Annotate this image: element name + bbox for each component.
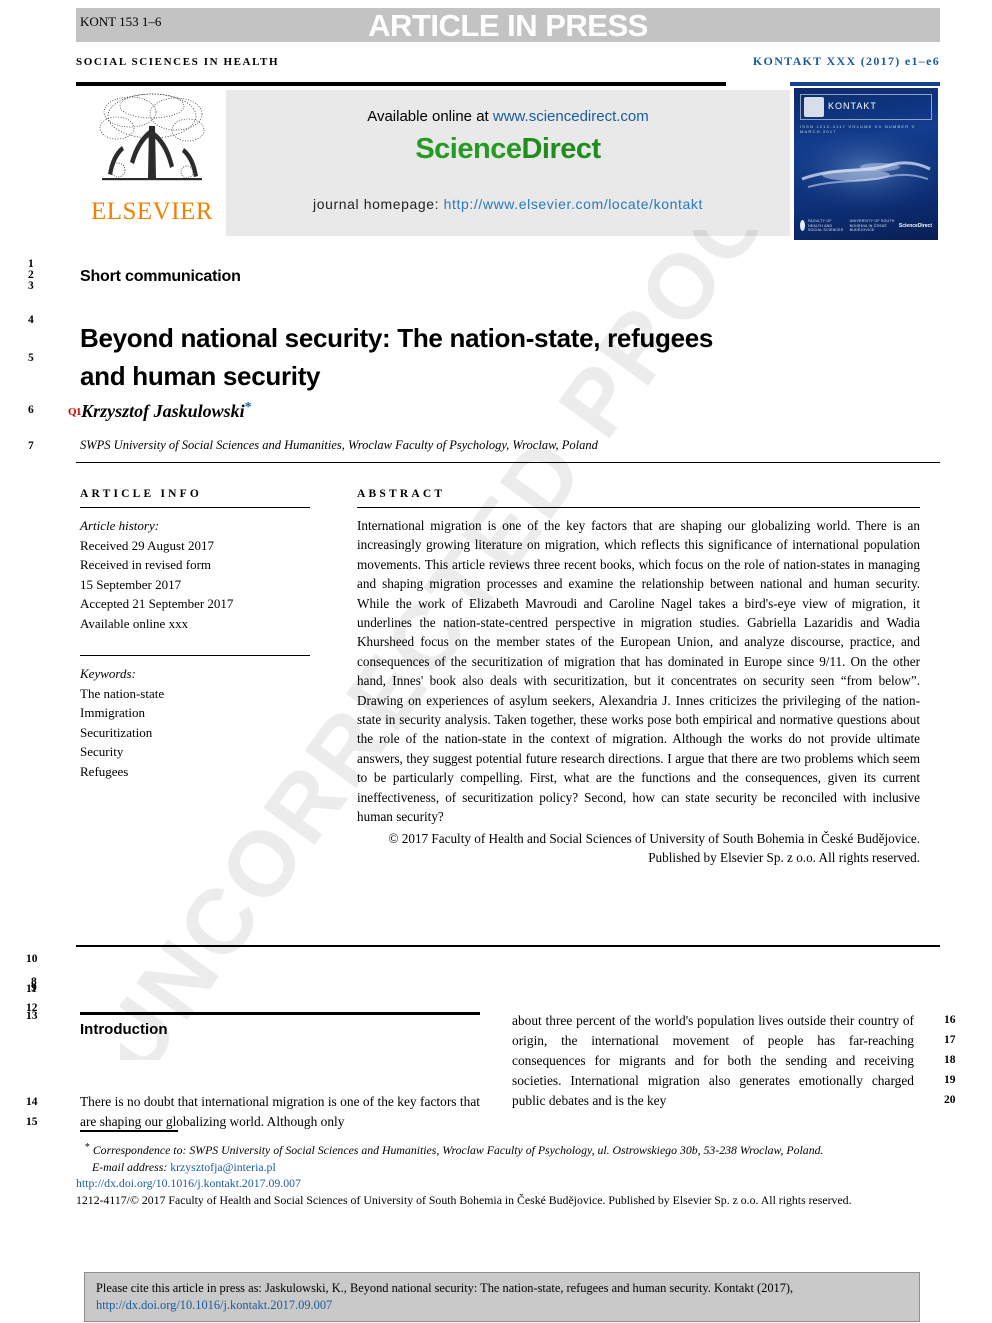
author-email-link[interactable]: krzysztofja@interia.pl <box>170 1160 276 1174</box>
correspondence-note: * Correspondence to: SWPS University of … <box>76 1140 924 1159</box>
masthead-rule-left <box>76 82 726 86</box>
query-marker-q1[interactable]: Q1 <box>68 406 82 418</box>
available-online-line: Available online at www.sciencedirect.co… <box>226 108 790 125</box>
cover-sciencedirect-mark: ScienceDirect <box>898 223 932 229</box>
issn-copyright-note: 1212-4117/© 2017 Faculty of Health and S… <box>76 1192 852 1207</box>
keywords-rule <box>80 655 310 656</box>
line-number: 11 <box>26 983 37 995</box>
email-note: E-mail address: krzysztofja@interia.pl <box>76 1159 924 1176</box>
section-heading-introduction: Introduction <box>80 1021 168 1038</box>
correspondence-text: Correspondence to: SWPS University of So… <box>92 1143 824 1157</box>
abstract-rule <box>357 507 920 508</box>
corresponding-author-marker: * <box>244 400 252 415</box>
cover-footer: FACULTY OF HEALTH AND SOCIAL SCIENCES UN… <box>800 218 932 234</box>
university-seal-icon <box>804 97 824 117</box>
elsevier-tree-icon <box>99 93 205 181</box>
doi-note: http://dx.doi.org/10.1016/j.kontakt.2017… <box>76 1175 924 1192</box>
abstract-bottom-divider <box>76 945 940 947</box>
journal-masthead: ELSEVIER Available online at www.science… <box>76 82 940 240</box>
article-history-label: Article history: <box>80 518 160 533</box>
abstract-text: International migration is one of the ke… <box>357 518 920 825</box>
publisher-mark-icon <box>800 220 805 232</box>
keyword-item: Immigration <box>80 705 145 720</box>
article-history-item: Available online xxx <box>80 615 189 631</box>
line-number: 20 <box>944 1094 956 1106</box>
sciencedirect-logo-direct: Direct <box>521 133 601 165</box>
introduction-rule <box>80 1012 480 1015</box>
available-online-prefix: Available online at <box>367 108 493 125</box>
cover-faculty-label: FACULTY OF HEALTH AND SOCIAL SCIENCES <box>807 219 844 233</box>
author-name: Krzysztof Jaskulowski <box>81 401 245 421</box>
sciencedirect-panel: Available online at www.sciencedirect.co… <box>226 90 790 236</box>
elsevier-wordmark: ELSEVIER <box>90 198 214 225</box>
journal-subheader: SOCIAL SCIENCES IN HEALTH KONTAKT XXX (2… <box>76 54 940 69</box>
article-history-item: Received in revised form <box>80 557 212 572</box>
doi-link[interactable]: http://dx.doi.org/10.1016/j.kontakt.2017… <box>76 1176 301 1190</box>
sciencedirect-logo-science: Science <box>415 133 522 165</box>
article-info-block: ARTICLE INFO Article history: Received 2… <box>80 488 310 781</box>
email-label: E-mail address: <box>92 1159 171 1174</box>
line-number: 10 <box>26 953 38 965</box>
journal-homepage-line: journal homepage: http://www.elsevier.co… <box>226 196 790 212</box>
header-divider <box>76 462 940 463</box>
cite-this-article-box: Please cite this article in press as: Ja… <box>84 1272 920 1322</box>
footnote-rule <box>80 1130 178 1132</box>
cover-artwork <box>794 133 938 213</box>
article-history-item: Received 29 August 2017 <box>80 537 214 553</box>
article-in-press-band: ARTICLE IN PRESS <box>76 8 940 42</box>
line-number: 5 <box>28 352 34 364</box>
abstract-copyright: © 2017 Faculty of Health and Social Scie… <box>388 830 920 865</box>
article-history-item: 15 September 2017 <box>80 576 182 592</box>
keyword-item: The nation-state <box>80 685 165 701</box>
cover-university-label: UNIVERSITY OF SOUTH BOHEMIA IN ČESKÉ BUD… <box>849 219 895 233</box>
masthead-rule-right <box>790 82 940 86</box>
sciencedirect-logo: ScienceDirect <box>226 133 790 166</box>
article-info-heading: ARTICLE INFO <box>80 488 203 500</box>
author-line: Q1Krzysztof Jaskulowski* <box>68 400 252 422</box>
page-title: Beyond national security: The nation-sta… <box>80 323 714 392</box>
keyword-item: Security <box>80 744 124 759</box>
abstract-heading: ABSTRACT <box>357 488 446 500</box>
line-number: 18 <box>944 1054 956 1066</box>
line-number: 14 <box>26 1096 38 1108</box>
article-info-rule <box>80 507 310 508</box>
keywords-label: Keywords: <box>80 666 136 681</box>
line-number: 13 <box>26 1010 38 1022</box>
line-number: 4 <box>28 314 34 326</box>
body-column-left: There is no doubt that international mig… <box>80 1094 480 1129</box>
manuscript-code: KONT 153 1–6 <box>80 14 162 29</box>
keywords-list: Keywords: The nation-state Immigration S… <box>80 664 310 781</box>
line-number: 6 <box>28 404 34 416</box>
article-type-label: Short communication <box>80 268 241 285</box>
cover-journal-title: KONTAKT <box>828 101 877 112</box>
elsevier-logo: ELSEVIER <box>78 88 226 240</box>
cover-header-box: KONTAKT <box>800 94 932 120</box>
keyword-item: Securitization <box>80 724 153 740</box>
cite-text: Please cite this article in press as: Ja… <box>96 1281 794 1295</box>
author-affiliation: SWPS University of Social Sciences and H… <box>80 438 598 452</box>
cite-doi-link[interactable]: http://dx.doi.org/10.1016/j.kontakt.2017… <box>96 1298 332 1312</box>
cover-issue-strip: ISSN 1212-4117 VOLUME XX NUMBER X MARCH … <box>800 124 916 134</box>
journal-homepage-link[interactable]: http://www.elsevier.com/locate/kontakt <box>444 196 703 212</box>
article-in-press-label: ARTICLE IN PRESS <box>368 8 648 43</box>
line-number: 3 <box>28 280 34 292</box>
journal-citation-ref: KONTAKT XXX (2017) e1–e6 <box>752 54 940 68</box>
journal-homepage-label: journal homepage: <box>312 196 444 212</box>
line-number: 17 <box>944 1034 956 1046</box>
journal-cover-thumbnail: KONTAKT ISSN 1212-4117 VOLUME XX NUMBER … <box>794 88 938 240</box>
society-line: SOCIAL SCIENCES IN HEALTH <box>76 56 280 68</box>
sciencedirect-url-link[interactable]: www.sciencedirect.com <box>493 108 649 125</box>
correspondence-marker: * <box>84 1142 90 1153</box>
line-number: 19 <box>944 1074 956 1086</box>
footnote-block: * Correspondence to: SWPS University of … <box>76 1140 924 1208</box>
article-history-list: Article history: Received 29 August 2017… <box>80 516 310 633</box>
line-number: 7 <box>28 440 34 452</box>
keyword-item: Refugees <box>80 763 129 779</box>
article-history-item: Accepted 21 September 2017 <box>80 596 234 611</box>
line-number: 16 <box>944 1014 956 1026</box>
line-number: 15 <box>26 1116 38 1128</box>
body-column-right: about three percent of the world's popul… <box>512 1013 914 1108</box>
abstract-block: ABSTRACT International migration is one … <box>357 488 920 867</box>
